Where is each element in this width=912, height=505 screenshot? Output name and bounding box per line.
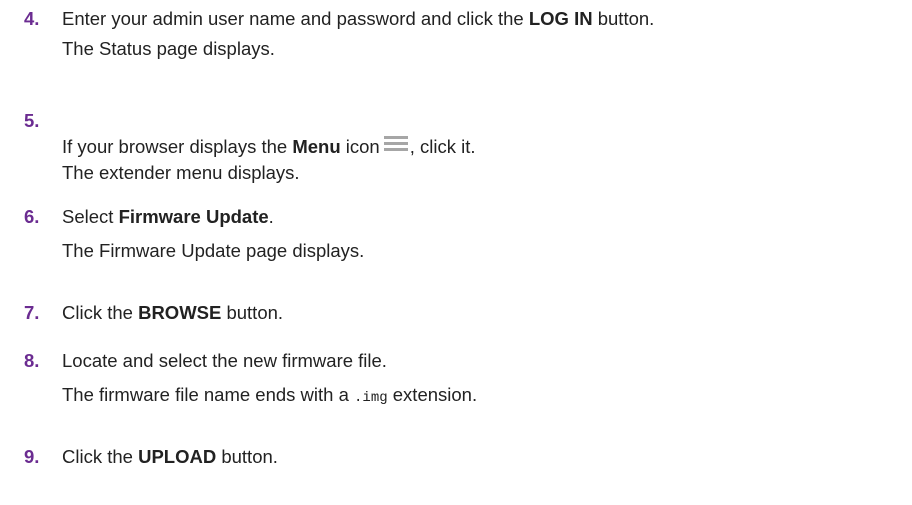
step-instruction: Click the BROWSE button. — [62, 302, 284, 323]
step-number: 4. — [24, 8, 40, 29]
browse-button-label: BROWSE — [138, 302, 222, 323]
step-instruction: Select Firmware Update. — [62, 206, 274, 227]
step-result: The Status page displays. — [62, 38, 275, 59]
menu-hamburger-icon — [383, 136, 408, 152]
step-result: The Firmware Update page displays. — [62, 240, 365, 261]
upload-button-label: UPLOAD — [138, 446, 217, 467]
step-instruction: Click the UPLOAD button. — [62, 446, 278, 467]
menu-label: Menu — [292, 136, 341, 157]
step-instruction: If your browser displays the Menu icon, … — [62, 136, 476, 157]
step-number: 6. — [24, 206, 40, 227]
step-result: The firmware file name ends with a .img … — [62, 384, 478, 406]
file-extension-code: .img — [354, 390, 388, 406]
step-number: 9. — [24, 446, 40, 467]
step-number: 5. — [24, 110, 40, 131]
step-result: The extender menu displays. — [62, 162, 300, 183]
step-instruction: Locate and select the new firmware file. — [62, 350, 387, 371]
log-in-button-label: LOG IN — [528, 8, 593, 29]
step-number: 7. — [24, 302, 40, 323]
step-instruction: Enter your admin user name and password … — [62, 8, 655, 29]
step-number: 8. — [24, 350, 40, 371]
firmware-update-label: Firmware Update — [118, 206, 269, 227]
